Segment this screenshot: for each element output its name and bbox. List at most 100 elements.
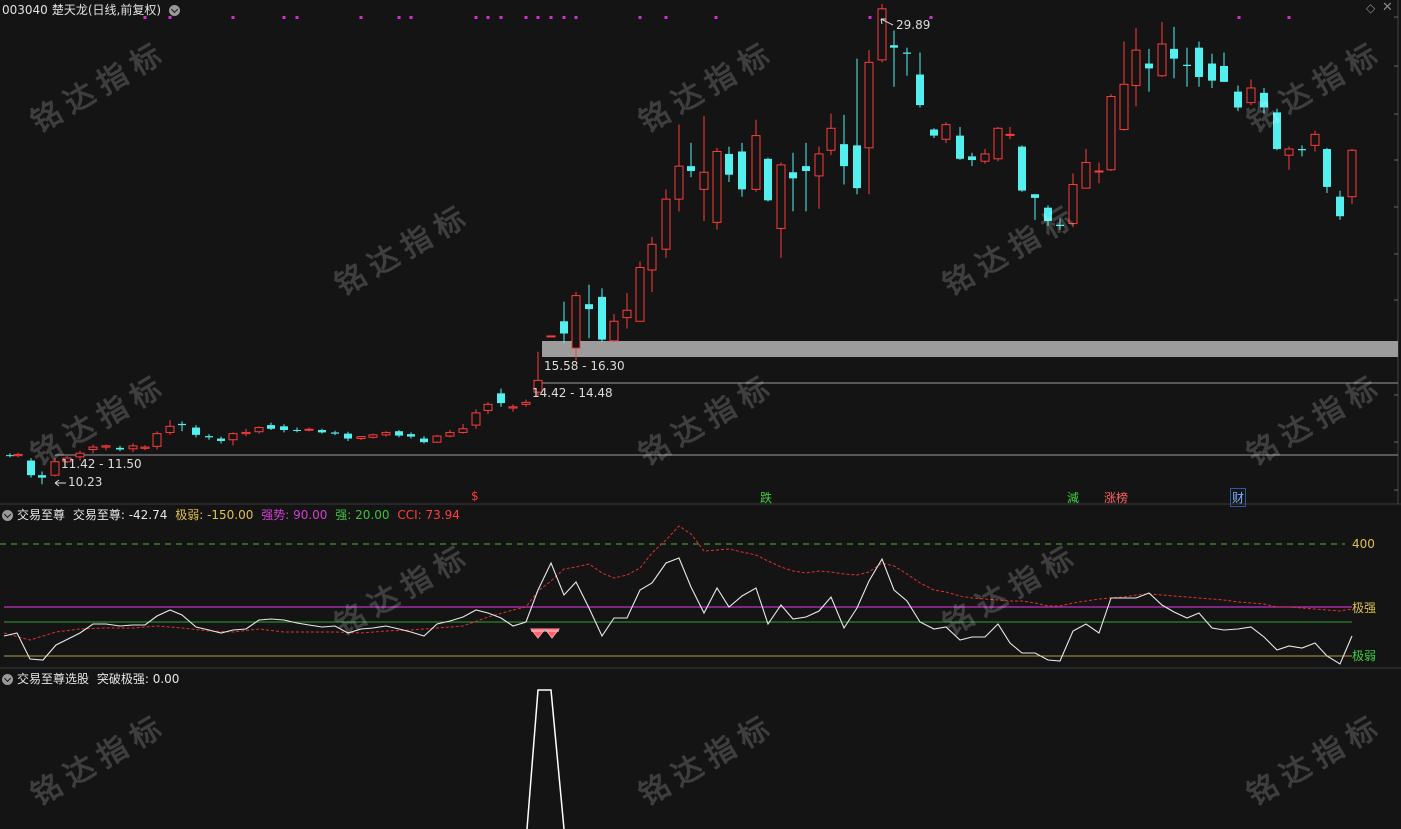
candle[interactable] — [941, 122, 951, 143]
candle[interactable] — [101, 444, 111, 451]
signal-limit-up[interactable]: 涨榜 — [1104, 489, 1128, 506]
candle[interactable] — [116, 445, 124, 452]
signal-finance[interactable]: 财 — [1230, 488, 1247, 507]
candle[interactable] — [152, 431, 162, 450]
candle[interactable] — [864, 50, 874, 195]
candle[interactable] — [1031, 194, 1039, 220]
candle[interactable] — [1273, 108, 1281, 151]
chevron-down-icon[interactable] — [2, 510, 13, 521]
candle[interactable] — [1170, 26, 1178, 79]
candle[interactable] — [368, 433, 378, 439]
candle[interactable] — [1234, 85, 1242, 112]
candle[interactable] — [699, 116, 709, 222]
candle[interactable] — [853, 58, 861, 195]
candle[interactable] — [674, 124, 684, 212]
candle[interactable] — [609, 313, 619, 343]
candle[interactable] — [13, 452, 23, 458]
candle[interactable] — [1260, 87, 1268, 114]
candle[interactable] — [1208, 53, 1216, 88]
candle[interactable] — [254, 426, 264, 434]
candle[interactable] — [560, 301, 568, 344]
candle[interactable] — [1183, 47, 1191, 87]
candle[interactable] — [267, 422, 275, 430]
candle[interactable] — [293, 427, 301, 433]
candle[interactable] — [622, 293, 632, 329]
candle[interactable] — [140, 445, 150, 451]
candle[interactable] — [432, 434, 442, 443]
candle[interactable] — [344, 431, 352, 441]
candle[interactable] — [776, 162, 786, 258]
close-icon[interactable]: ✕ — [1382, 0, 1393, 15]
candle[interactable] — [1106, 94, 1116, 172]
candle[interactable] — [88, 444, 98, 454]
chevron-down-icon[interactable] — [168, 5, 180, 16]
signal-reduce[interactable]: 減 — [1067, 489, 1079, 506]
candle[interactable] — [6, 453, 14, 458]
candle[interactable] — [497, 388, 505, 407]
candle[interactable] — [1310, 130, 1320, 152]
candle[interactable] — [647, 236, 657, 292]
candle[interactable] — [903, 47, 911, 76]
candle[interactable] — [165, 420, 175, 435]
signal-fall[interactable]: 跌 — [760, 489, 772, 506]
candle[interactable] — [205, 434, 213, 440]
candle[interactable] — [445, 429, 455, 438]
candle[interactable] — [764, 157, 772, 202]
candle[interactable] — [916, 52, 924, 108]
candle[interactable] — [993, 127, 1003, 162]
diamond-icon[interactable]: ◇ — [1366, 1, 1375, 15]
candle[interactable] — [128, 443, 138, 452]
candle[interactable] — [1005, 127, 1015, 140]
candle[interactable] — [877, 3, 887, 63]
candle[interactable] — [598, 288, 606, 343]
candle[interactable] — [1119, 41, 1129, 131]
candle[interactable] — [1284, 146, 1294, 170]
candle[interactable] — [1044, 205, 1052, 226]
candle[interactable] — [1347, 149, 1357, 205]
candle[interactable] — [1145, 48, 1153, 92]
candle[interactable] — [789, 152, 797, 212]
candle[interactable] — [228, 432, 238, 446]
candle[interactable] — [738, 142, 746, 197]
candle[interactable] — [1195, 41, 1203, 87]
candle[interactable] — [814, 146, 824, 209]
candle[interactable] — [1157, 22, 1167, 77]
candle[interactable] — [458, 423, 468, 434]
candle[interactable] — [27, 458, 35, 478]
candle[interactable] — [980, 149, 990, 164]
candle[interactable] — [635, 261, 645, 322]
candle[interactable] — [241, 428, 251, 437]
candle[interactable] — [1056, 218, 1064, 230]
candle[interactable] — [356, 436, 366, 441]
signal-dollar[interactable]: $ — [471, 489, 479, 503]
candle[interactable] — [826, 113, 836, 156]
candle[interactable] — [483, 401, 493, 415]
candle[interactable] — [280, 424, 288, 433]
candle[interactable] — [1018, 145, 1026, 192]
candle[interactable] — [407, 432, 415, 439]
candle[interactable] — [751, 119, 761, 192]
candle[interactable] — [930, 128, 938, 139]
candle[interactable] — [1081, 149, 1091, 189]
candle[interactable] — [38, 471, 46, 485]
chart-canvas[interactable] — [0, 0, 1401, 829]
candle[interactable] — [1298, 145, 1306, 157]
candle[interactable] — [1094, 162, 1104, 184]
candle[interactable] — [395, 429, 403, 438]
candle[interactable] — [381, 431, 391, 437]
candle[interactable] — [1323, 147, 1331, 194]
candle[interactable] — [890, 30, 898, 87]
candle[interactable] — [50, 458, 60, 477]
candle[interactable] — [712, 147, 722, 230]
candle[interactable] — [178, 421, 186, 432]
candle[interactable] — [687, 142, 695, 178]
candle[interactable] — [508, 404, 518, 412]
candle[interactable] — [546, 335, 556, 338]
candle[interactable] — [521, 399, 531, 407]
candle[interactable] — [585, 284, 593, 339]
candle[interactable] — [802, 142, 810, 212]
candle[interactable] — [968, 152, 976, 167]
candle[interactable] — [840, 114, 848, 185]
candle[interactable] — [192, 425, 200, 438]
candle[interactable] — [1336, 190, 1344, 220]
